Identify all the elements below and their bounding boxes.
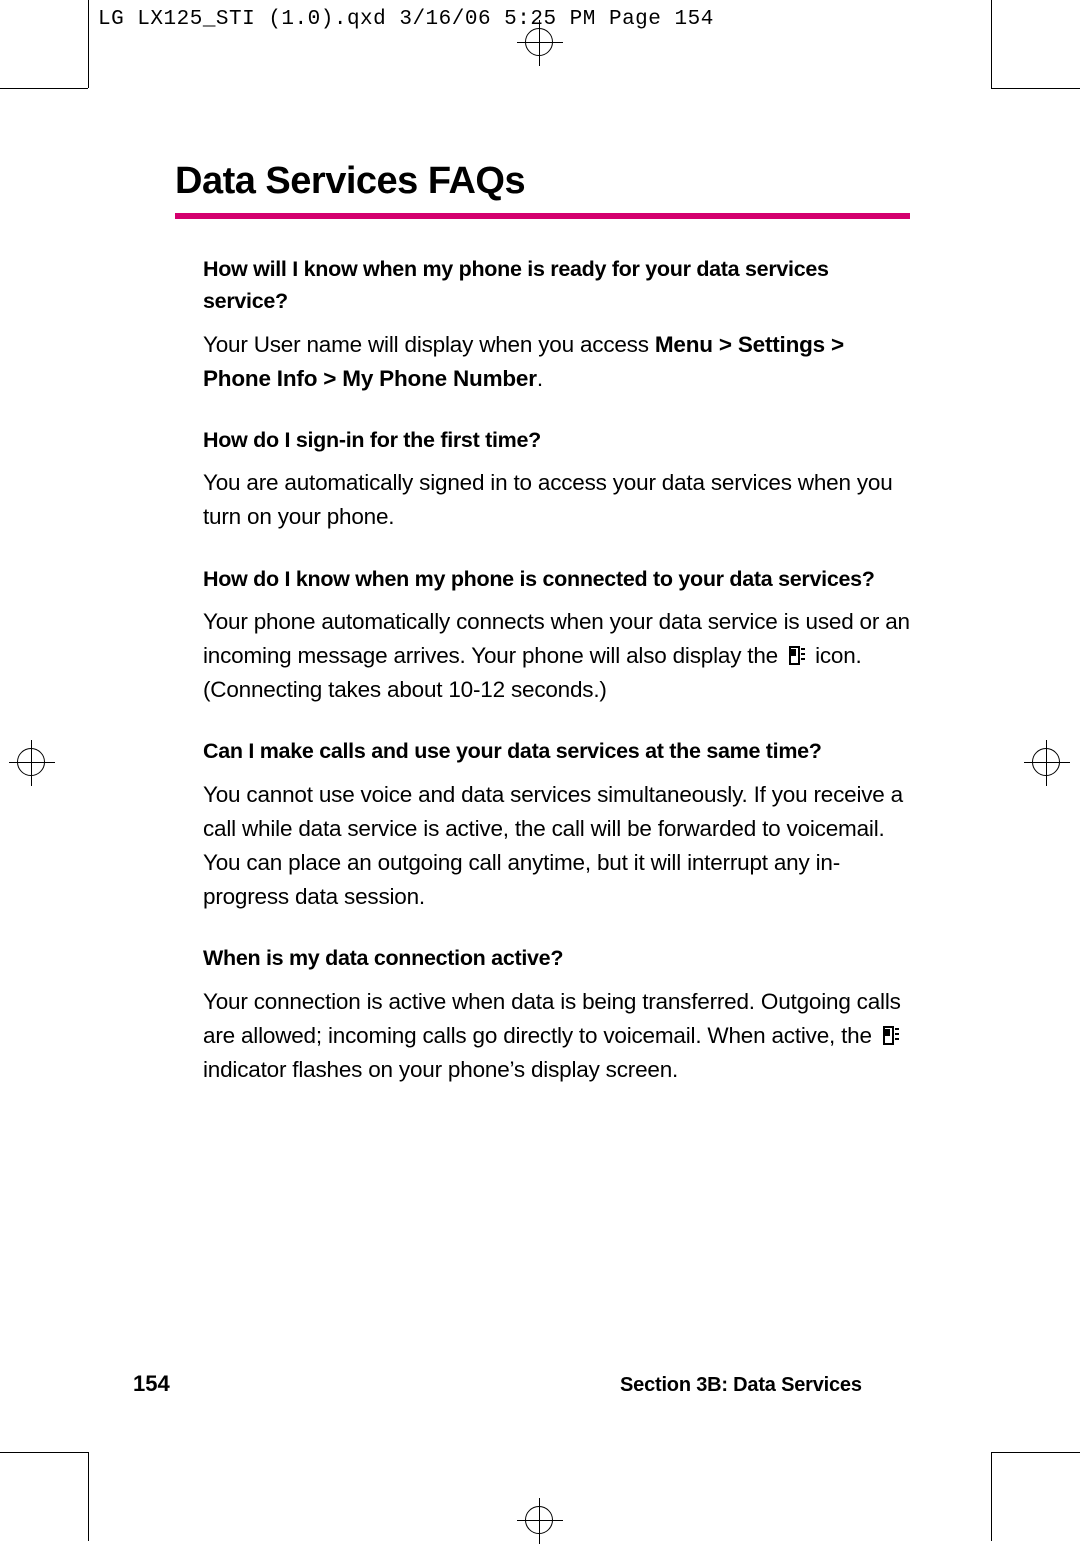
qxd-file-header: LG LX125_STI (1.0).qxd 3/16/06 5:25 PM P… [98,8,714,31]
faq-question-2: How do I sign-in for the first time? [203,427,541,452]
crop-mark-bottom-right-horizontal [991,1452,1080,1453]
crop-mark-right-vertical [991,0,992,88]
registration-mark-bottom [517,1498,563,1544]
faq-question-1: How will I know when my phone is ready f… [203,257,829,314]
faq-answer-5: Your connection is active when data is b… [175,985,910,1088]
faq-question-5: When is my data connection active? [203,946,564,971]
crop-mark-left-vertical-bottom [88,1452,89,1541]
page-title: Data Services FAQs [175,160,526,202]
crop-mark-top-right-horizontal [991,88,1080,89]
faq-answer-5-part-1: Your connection is active when data is b… [203,988,901,1048]
faq-answer-2: You are automatically signed in to acces… [203,470,893,530]
crop-mark-right-vertical-bottom [991,1452,992,1541]
data-connection-icon [881,1025,900,1047]
registration-mark-left [9,740,55,786]
registration-mark-right [1024,740,1070,786]
faq-answer-1: Your User name will display when you acc… [175,328,910,396]
faq-answer-4: You cannot use voice and data services s… [203,781,903,910]
faq-answer-3: Your phone automatically connects when y… [175,605,910,708]
footer-section-label: Section 3B: Data Services [620,1374,862,1396]
faq-answer-1-part-1: Your User name will display when you acc… [203,331,655,357]
footer-page-number: 154 [133,1371,170,1396]
faq-answer-5-part-3: indicator flashes on your phone’s displa… [203,1056,679,1082]
crop-mark-bottom-left-horizontal [0,1452,88,1453]
faq-question-4: Can I make calls and use your data servi… [203,739,822,764]
crop-mark-top-left-horizontal [0,88,88,89]
crop-mark-left-vertical [88,0,89,88]
faq-answer-1-part-3: . [536,365,543,391]
faq-question-3: How do I know when my phone is connected… [203,566,875,591]
title-underline-rule [175,213,910,219]
page-content: Data Services FAQs How will I know when … [175,160,910,1115]
data-connection-icon [787,645,806,667]
